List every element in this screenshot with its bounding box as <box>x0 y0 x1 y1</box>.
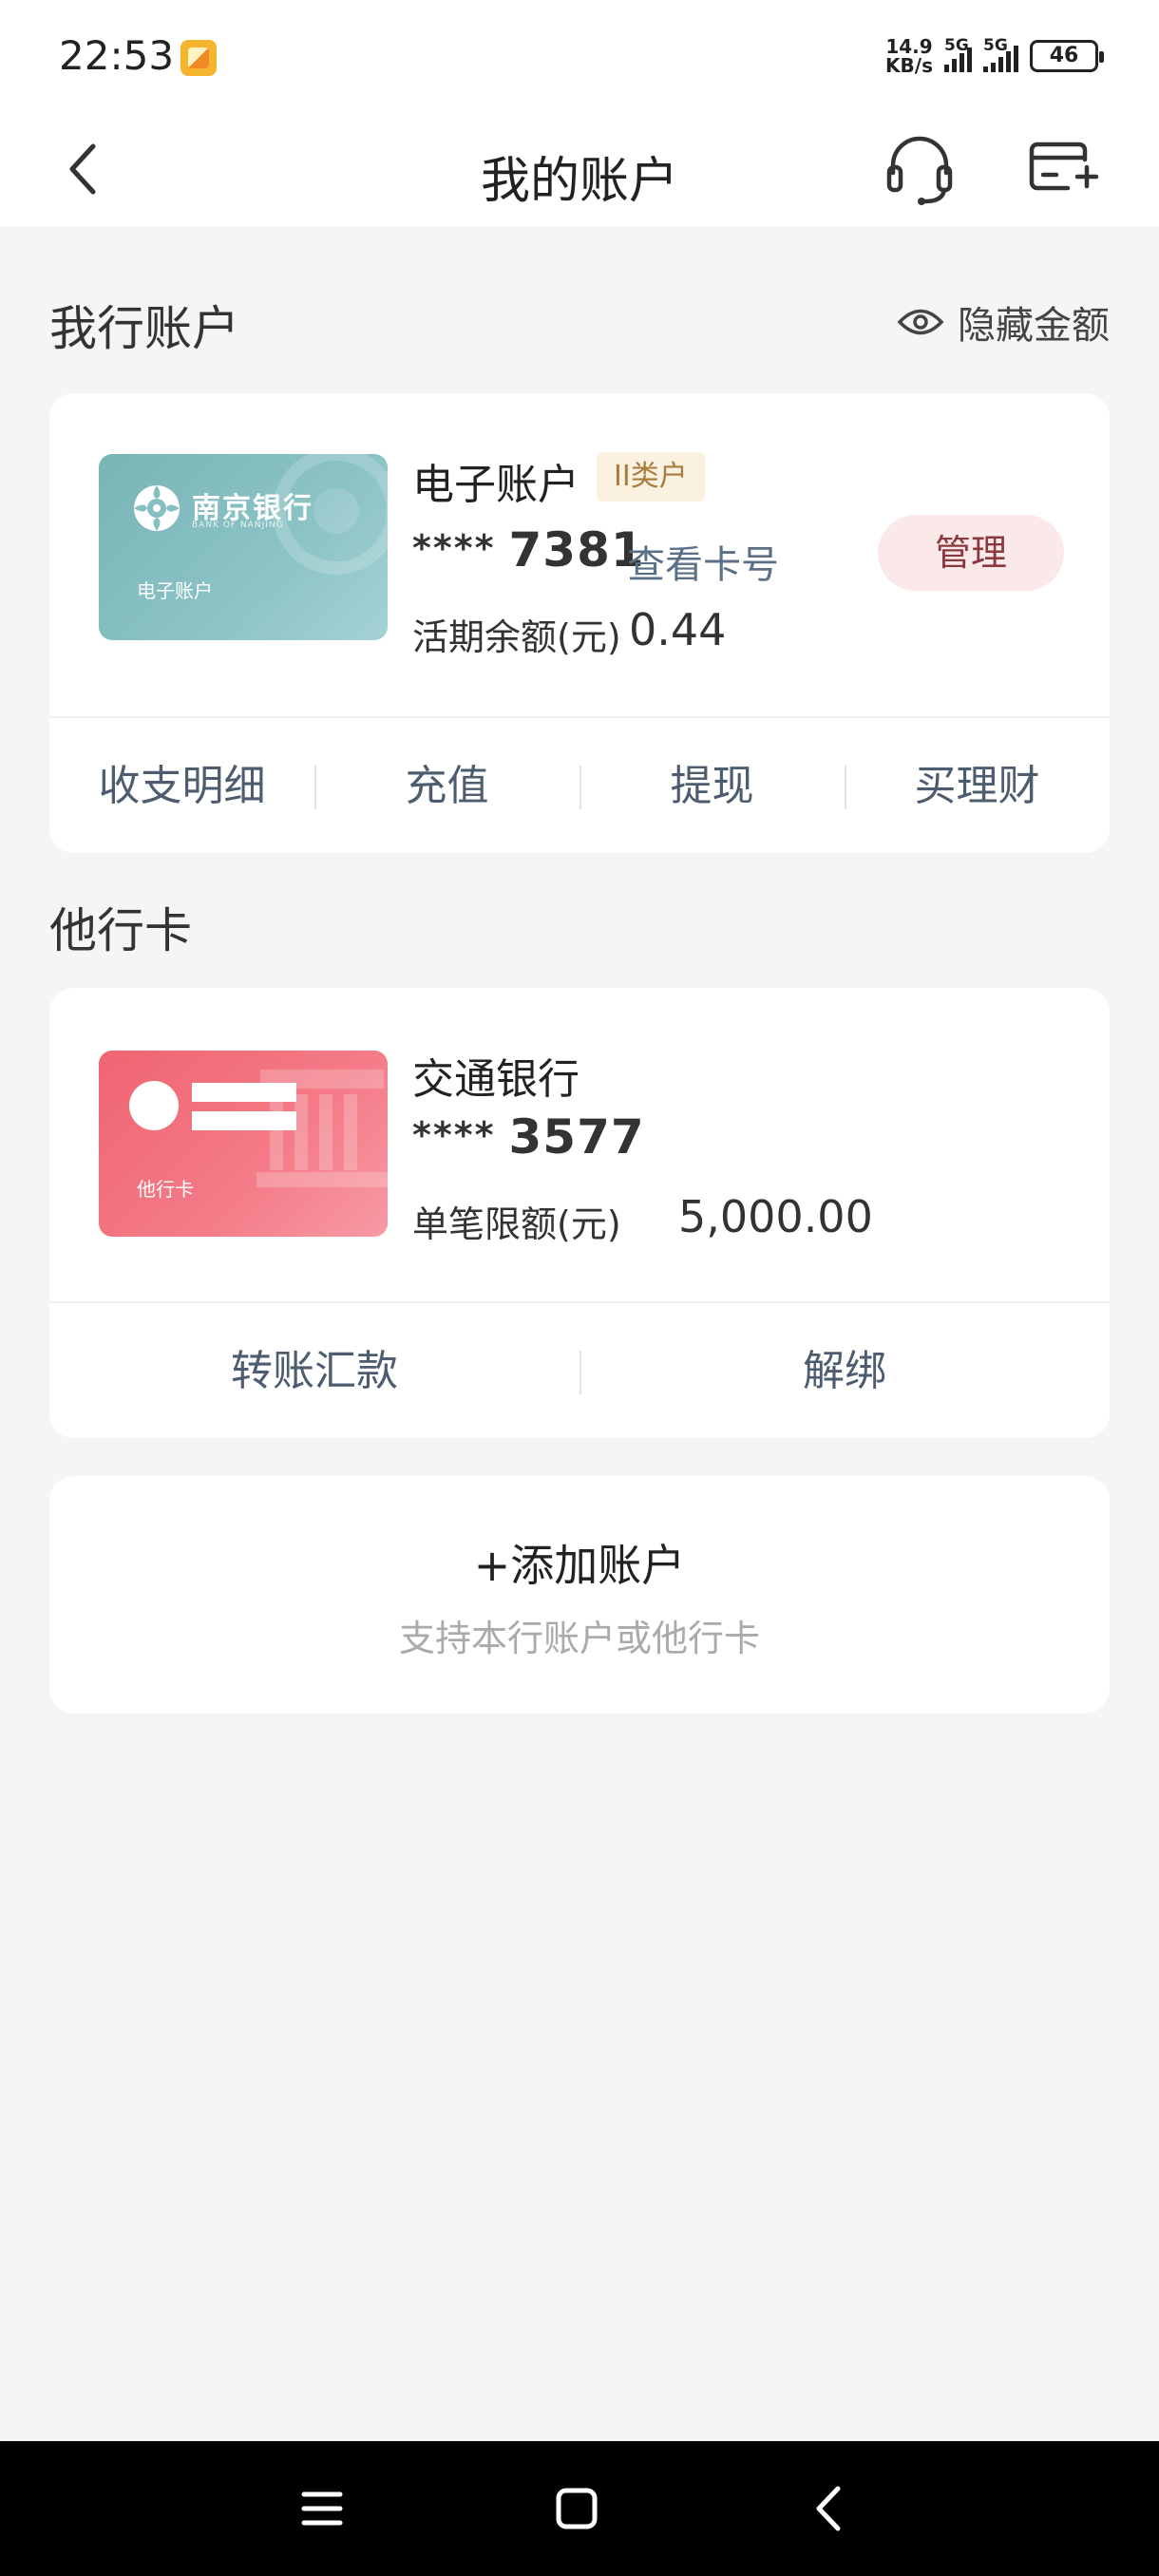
menu-icon <box>301 2491 343 2526</box>
bank-name: 交通银行 <box>412 1055 580 1104</box>
page: 22:53 14.9 KB/s 5G 5G 46 我的账户 我行账户 隐藏金额 … <box>0 0 1159 2576</box>
balance-label: 活期余额(元) <box>412 616 621 658</box>
menu-button[interactable] <box>291 2477 353 2540</box>
transaction-details-button[interactable]: 收支明细 <box>49 720 314 853</box>
balance-value: 0.44 <box>629 604 727 655</box>
network-speed-unit: KB/s <box>885 54 933 77</box>
transfer-button[interactable]: 转账汇款 <box>49 1305 580 1438</box>
headset-icon <box>886 136 953 205</box>
add-card-button[interactable] <box>1028 133 1100 205</box>
manage-button[interactable]: 管理 <box>878 515 1064 591</box>
app-header: 我的账户 <box>0 112 1159 226</box>
add-account-title: +添加账户 <box>473 1540 686 1591</box>
section-title-own-accounts: 我行账户 <box>49 301 239 356</box>
hide-amount-label: 隐藏金额 <box>958 304 1110 348</box>
limit-label: 单笔限额(元) <box>412 1203 621 1245</box>
account-number: **** 7381 <box>412 522 645 578</box>
own-account-actions: 收支明细 充值 提现 买理财 <box>49 720 1110 853</box>
home-button[interactable] <box>545 2477 608 2540</box>
eye-icon <box>897 309 944 335</box>
network-speed-value: 14.9 <box>885 35 933 58</box>
customer-service-button[interactable] <box>884 129 956 209</box>
card-number-last4: 3577 <box>508 1109 645 1165</box>
signal-1-icon: 5G <box>944 36 972 72</box>
signal-1-label: 5G <box>944 36 969 55</box>
card-number-mask: **** <box>412 1114 496 1156</box>
add-account-subtitle: 支持本行账户或他行卡 <box>398 1618 760 1659</box>
card-image: 他行卡 <box>99 1051 388 1237</box>
bank-card-illustration-icon <box>129 1070 388 1187</box>
card-image-caption: 电子账户 <box>137 579 213 602</box>
account-number-last4: 7381 <box>508 522 645 578</box>
chevron-left-icon <box>816 2486 841 2531</box>
status-time: 22:53 <box>59 32 175 79</box>
unbind-button[interactable]: 解绑 <box>580 1305 1110 1438</box>
watermark-flower-icon <box>273 454 388 575</box>
signal-2-icon: 5G <box>983 36 1018 72</box>
own-account-card[interactable]: 南京银行 BANK OF NANJING 电子账户 电子账户 II类户 ****… <box>49 393 1110 853</box>
view-card-number-link[interactable]: 查看卡号 <box>627 534 779 589</box>
other-bank-card[interactable]: 他行卡 交通银行 **** 3577 单笔限额(元) 5,000.00 转账汇款 … <box>49 988 1110 1438</box>
status-bar: 22:53 14.9 KB/s 5G 5G 46 <box>0 0 1159 112</box>
other-card-actions: 转账汇款 解绑 <box>49 1305 1110 1438</box>
add-account-card[interactable]: +添加账户 支持本行账户或他行卡 <box>49 1476 1110 1714</box>
battery-icon: 46 <box>1030 40 1104 72</box>
card-add-icon <box>1029 142 1099 191</box>
system-back-button[interactable] <box>798 2477 861 2540</box>
status-indicators: 14.9 KB/s 5G 5G 46 <box>885 32 1104 80</box>
account-type-badge: II类户 <box>597 452 705 502</box>
signal-2-label: 5G <box>983 36 1008 55</box>
card-image: 南京银行 BANK OF NANJING 电子账户 <box>99 454 388 640</box>
system-nav-bar <box>0 2441 1159 2576</box>
account-name: 电子账户 <box>412 461 580 509</box>
limit-value: 5,000.00 <box>678 1191 873 1242</box>
bank-logo-icon <box>134 485 180 531</box>
buy-wealth-button[interactable]: 买理财 <box>845 720 1110 853</box>
network-speed: 14.9 KB/s <box>885 37 933 75</box>
home-square-icon <box>556 2488 598 2529</box>
card-image-caption: 他行卡 <box>137 1178 194 1201</box>
notification-app-icon <box>180 40 217 76</box>
withdraw-button[interactable]: 提现 <box>580 720 845 853</box>
card-number: **** 3577 <box>412 1109 645 1165</box>
page-title: 我的账户 <box>480 153 678 210</box>
card-divider <box>49 1301 1110 1303</box>
card-divider <box>49 716 1110 718</box>
top-up-button[interactable]: 充值 <box>314 720 580 853</box>
account-number-mask: **** <box>412 527 496 569</box>
section-title-other-cards: 他行卡 <box>49 903 192 958</box>
hide-amount-toggle[interactable]: 隐藏金额 <box>897 294 1110 350</box>
